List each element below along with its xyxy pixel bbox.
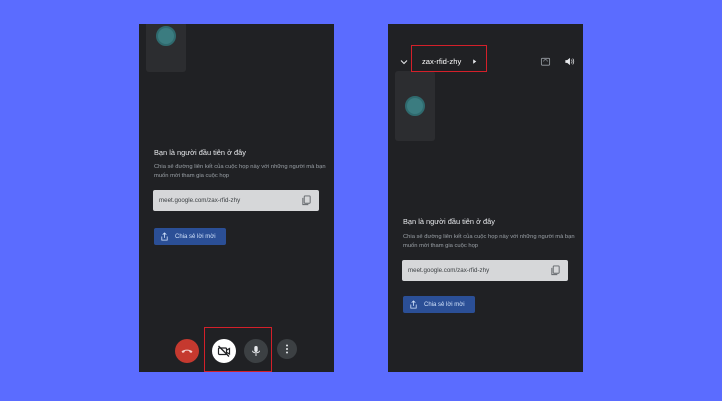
share-icon [410, 300, 417, 309]
share-invite-label: Chia sẻ lời mời [175, 233, 216, 240]
share-icon [161, 232, 168, 241]
share-invite-button[interactable]: Chia sẻ lời mời [154, 228, 226, 245]
empty-state-description: Chia sẻ đường liên kết của cuộc họp này … [403, 234, 575, 249]
speaker-icon[interactable] [564, 56, 575, 67]
meeting-link-text: meet.google.com/zax-rfid-zhy [408, 267, 490, 274]
meeting-link-box[interactable]: meet.google.com/zax-rfid-zhy [153, 190, 319, 211]
more-vertical-icon [286, 344, 288, 354]
copy-icon[interactable] [301, 195, 312, 206]
controls-highlight-box [204, 327, 272, 372]
avatar [156, 26, 176, 46]
share-invite-button[interactable]: Chia sẻ lời mời [403, 296, 475, 313]
phone-hangup-icon [181, 349, 193, 353]
meeting-code-highlight-box [411, 45, 487, 72]
share-invite-label: Chia sẻ lời mời [424, 301, 465, 308]
meeting-link-text: meet.google.com/zax-rfid-zhy [159, 197, 241, 204]
self-video-tile[interactable] [146, 24, 186, 72]
chevron-down-icon[interactable] [399, 57, 409, 67]
empty-state-title: Bạn là người đầu tiên ở đây [154, 148, 246, 157]
meeting-screen-right: zax-rfid-zhy Bạn là người đầu tiên ở đây… [388, 24, 583, 372]
meeting-screen-left: Bạn là người đầu tiên ở đây Chia sẻ đườn… [139, 24, 334, 372]
copy-icon[interactable] [550, 265, 561, 276]
self-video-tile[interactable] [395, 71, 435, 141]
more-options-button[interactable] [277, 339, 297, 359]
meeting-link-box[interactable]: meet.google.com/zax-rfid-zhy [402, 260, 568, 281]
empty-state-description: Chia sẻ đường liên kết của cuộc họp này … [154, 164, 326, 179]
switch-camera-icon[interactable] [540, 56, 551, 67]
empty-state-title: Bạn là người đầu tiên ở đây [403, 217, 495, 226]
end-call-button[interactable] [175, 339, 199, 363]
avatar [405, 96, 425, 116]
